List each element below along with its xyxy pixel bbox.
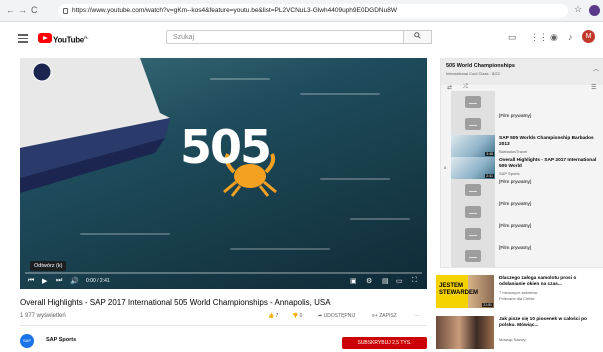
- progress-bar[interactable]: [25, 272, 422, 274]
- video-title: Overall Highlights - SAP 2017 Internatio…: [20, 298, 331, 307]
- playlist-subtitle: International Cool Class · 8/22: [446, 71, 500, 76]
- logo-text: YouTubePL: [53, 35, 89, 45]
- duration-badge: 21:51: [482, 303, 493, 307]
- forward-icon[interactable]: →: [18, 5, 27, 15]
- subscribe-button[interactable]: SUBSKRYBUJ 2,5 TYS.: [342, 337, 427, 349]
- 505-text: 505: [180, 120, 272, 174]
- recommendation-meta: 7 minionych sekretów: [499, 290, 538, 295]
- playlist-item-thumbnail[interactable]: [451, 245, 495, 267]
- view-count: 1 977 wyświetleń: [20, 313, 66, 319]
- user-avatar[interactable]: M: [582, 30, 595, 43]
- playlist-item-thumbnail[interactable]: [451, 223, 495, 245]
- playlist-item-thumbnail[interactable]: [451, 179, 495, 201]
- search-button[interactable]: [404, 30, 432, 44]
- youtube-logo[interactable]: YouTubePL: [38, 33, 89, 45]
- boat-image: [20, 58, 170, 193]
- dislike-button[interactable]: 👎 0: [292, 313, 302, 319]
- private-video-icon: [465, 118, 481, 130]
- recommendation-item[interactable]: JESTEM STEWARDEM 21:51 Dlaczego załoga s…: [436, 275, 603, 311]
- playlist-item-title[interactable]: [Film prywatny]: [499, 114, 599, 120]
- bookmark-star-icon[interactable]: ☆: [574, 4, 582, 15]
- theater-mode-icon[interactable]: ▭: [396, 277, 403, 285]
- playlist-item[interactable]: [Film prywatny]: [441, 243, 603, 267]
- subtitles-icon[interactable]: ▣: [350, 277, 357, 285]
- divider: [20, 325, 427, 326]
- browser-toolbar: ← → C https://www.youtube.com/watch?v=gK…: [0, 0, 603, 22]
- channel-name[interactable]: SAP Sports: [46, 337, 76, 343]
- address-bar[interactable]: https://www.youtube.com/watch?v=gKm--kos…: [58, 4, 568, 18]
- channel-avatar[interactable]: SAP: [20, 334, 34, 348]
- messages-icon[interactable]: ◉: [550, 32, 558, 43]
- recommendation-meta: Polecane dla Ciebie: [499, 296, 535, 301]
- playlist-item-channel: BarbadosTravel: [499, 149, 528, 154]
- recommendation-thumbnail[interactable]: [436, 316, 494, 349]
- playlist-item-title[interactable]: SAP 505 Worlds Championship Barbados 201…: [499, 136, 599, 148]
- private-video-icon: [465, 206, 481, 218]
- search-icon: [414, 32, 421, 39]
- browser-profile-icon[interactable]: [589, 5, 600, 16]
- 505-class-logo: 505: [180, 108, 320, 238]
- private-video-icon: [465, 250, 481, 262]
- search-input[interactable]: Szukaj: [166, 30, 404, 44]
- playlist-item-title[interactable]: Overall Highlights - SAP 2017 Internatio…: [499, 158, 599, 170]
- lock-icon: [63, 8, 68, 14]
- play-tooltip: Odtwórz (k): [30, 261, 67, 271]
- create-video-icon[interactable]: ▭: [508, 32, 517, 43]
- playlist-item-thumbnail[interactable]: [451, 201, 495, 223]
- playlist-header: 505 World Championships International Co…: [441, 59, 603, 85]
- recommendation-title[interactable]: Dlaczego załoga samolotu prosi o odsłani…: [499, 276, 603, 288]
- time-display: 0:00 / 2:41: [86, 278, 110, 284]
- apps-icon[interactable]: ⋮⋮: [530, 32, 548, 43]
- playlist-item-thumbnail[interactable]: [451, 91, 495, 113]
- more-actions-icon[interactable]: ···: [414, 313, 419, 319]
- recommendation-thumbnail[interactable]: JESTEM STEWARDEM 21:51: [436, 275, 494, 308]
- private-video-icon: [465, 96, 481, 108]
- volume-icon[interactable]: 🔊: [70, 277, 79, 285]
- next-icon[interactable]: ⏭: [56, 277, 62, 285]
- previous-icon[interactable]: ⏮: [28, 277, 34, 285]
- playlist-item-channel: SAP Sports: [499, 171, 520, 176]
- playlist-item-thumbnail[interactable]: 2:41: [451, 157, 495, 179]
- playlist-item-title[interactable]: [Film prywatny]: [499, 246, 599, 252]
- playlist-title[interactable]: 505 World Championships: [446, 63, 515, 69]
- playlist-item-title[interactable]: [Film prywatny]: [499, 202, 599, 208]
- play-icon[interactable]: ▶: [42, 277, 47, 285]
- menu-icon[interactable]: [18, 34, 28, 45]
- playlist-item-title[interactable]: [Film prywatny]: [499, 180, 599, 186]
- playlist-item-title[interactable]: [Film prywatny]: [499, 224, 599, 230]
- playlist-item-index: 8: [444, 165, 447, 170]
- youtube-play-icon: [38, 33, 52, 43]
- recommendation-meta: Mówiąc Nazwy: [499, 337, 526, 342]
- miniplayer-icon[interactable]: ▤: [382, 277, 389, 285]
- share-button[interactable]: ➦ UDOSTĘPNIJ: [318, 313, 355, 319]
- player-controls: ⏮ ▶ ⏭ 🔊 0:00 / 2:41 ▣ ⚙ ▤ ▭ ⛶: [20, 275, 427, 289]
- save-button[interactable]: ≡+ ZAPISZ: [372, 313, 397, 319]
- thumbnail-text: JESTEM STEWARDEM: [439, 283, 478, 296]
- reload-icon[interactable]: C: [31, 5, 38, 15]
- private-video-icon: [465, 184, 481, 196]
- playlist-item-thumbnail[interactable]: [451, 113, 495, 135]
- notifications-icon[interactable]: ♪: [568, 32, 573, 42]
- fullscreen-icon[interactable]: ⛶: [412, 277, 417, 285]
- url-text: https://www.youtube.com/watch?v=gKm--kos…: [72, 7, 397, 14]
- collapse-chevron-icon[interactable]: ︿: [593, 64, 599, 73]
- back-icon[interactable]: ←: [6, 5, 15, 15]
- settings-icon[interactable]: ⚙: [366, 277, 372, 285]
- video-player[interactable]: 505 Odtwórz (k) ⏮ ▶ ⏭ 🔊 0:00 / 2:41 ▣ ⚙ …: [20, 58, 427, 289]
- private-video-icon: [465, 228, 481, 240]
- like-button[interactable]: 👍 7: [268, 313, 278, 319]
- recommendation-title[interactable]: Jak pisze się 10 piosenek w całości po p…: [499, 317, 603, 329]
- playlist-panel: 505 World Championships International Co…: [440, 58, 603, 268]
- playlist-item-thumbnail[interactable]: 3:48: [451, 135, 495, 157]
